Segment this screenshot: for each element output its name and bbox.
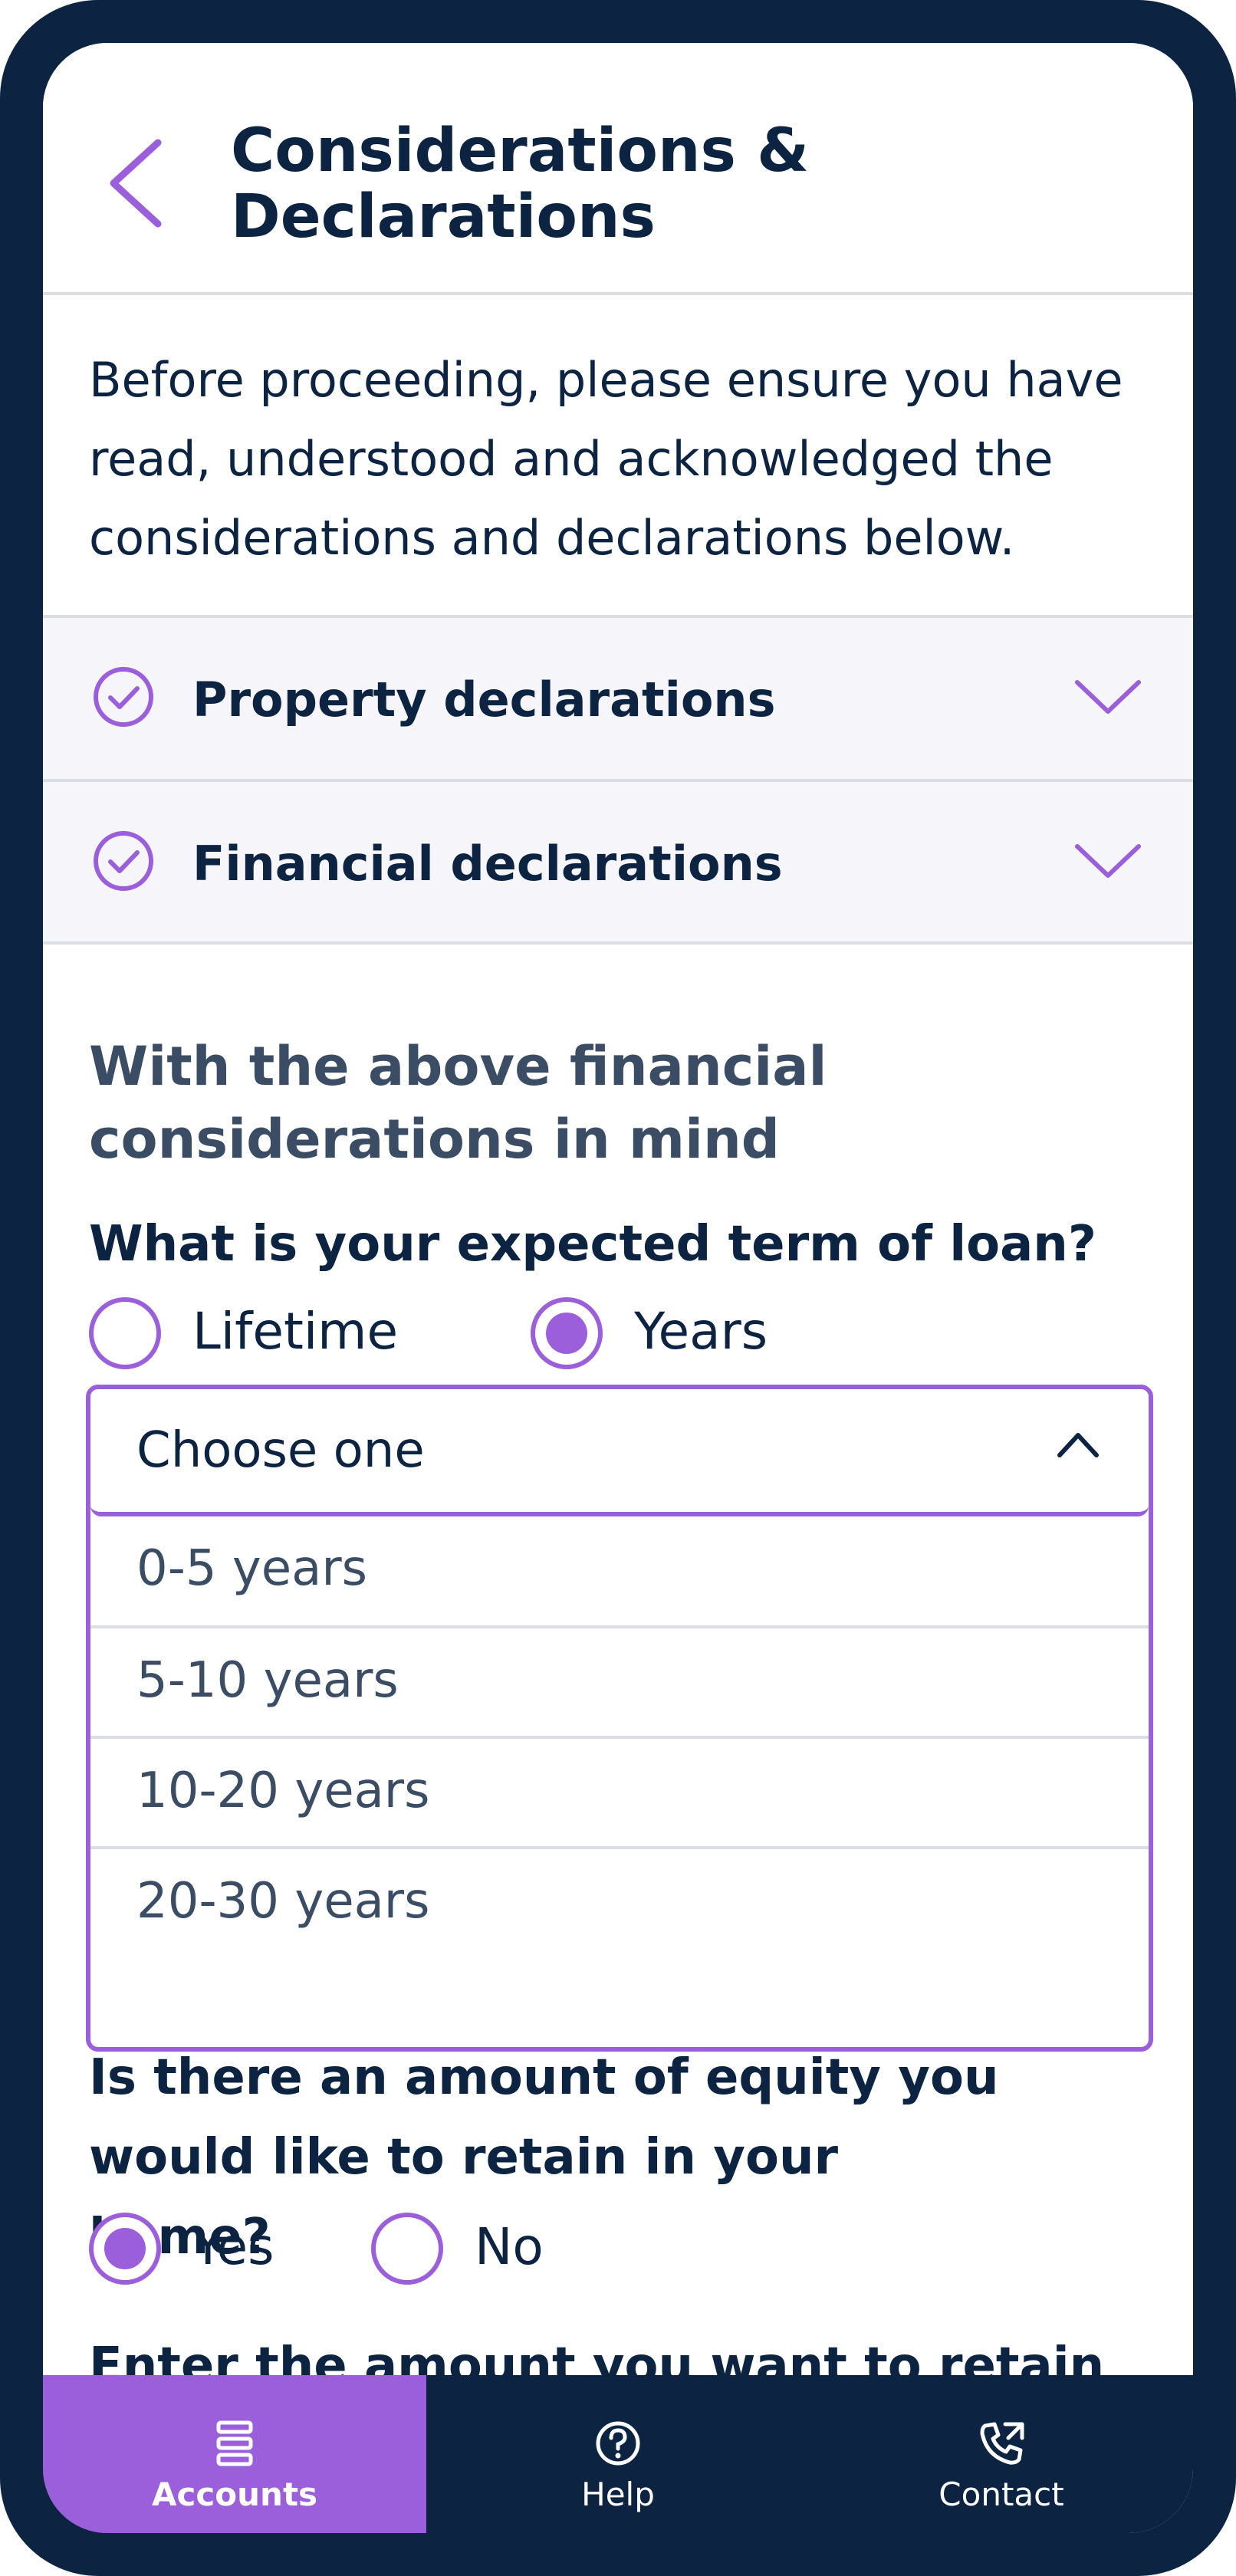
page-title-line-1: Considerations & bbox=[231, 117, 810, 186]
dropdown-value: Choose one bbox=[136, 1422, 425, 1479]
page-title-line-2: Declarations bbox=[231, 182, 656, 251]
nav-help[interactable]: Help bbox=[426, 2375, 810, 2533]
dropdown-trigger[interactable]: Choose one bbox=[90, 1389, 1149, 1516]
radio-years[interactable]: Years bbox=[531, 1297, 807, 1374]
bottom-navigation: Accounts Help Contact bbox=[43, 2375, 1193, 2533]
back-button[interactable] bbox=[97, 133, 181, 233]
device-frame: Considerations & Declarations Before pro… bbox=[0, 0, 1236, 2576]
page-header: Considerations & Declarations bbox=[43, 43, 1193, 295]
chevron-down-icon bbox=[1075, 680, 1141, 714]
radio-button-unselected[interactable] bbox=[89, 1297, 161, 1369]
radio-button-unselected[interactable] bbox=[371, 2213, 443, 2285]
radio-label: Yes bbox=[192, 2217, 274, 2276]
radio-no[interactable]: No bbox=[371, 2213, 570, 2289]
check-circle-icon bbox=[94, 667, 153, 727]
accounts-icon bbox=[216, 2420, 253, 2466]
section-heading: With the above financial considerations … bbox=[89, 1035, 827, 1171]
nav-label: Contact bbox=[939, 2476, 1064, 2513]
dropdown-option[interactable]: 5-10 years bbox=[90, 1625, 1149, 1737]
divider bbox=[43, 941, 1193, 945]
radio-label: Lifetime bbox=[192, 1302, 399, 1361]
chevron-left-icon bbox=[110, 139, 162, 228]
option-label: 5-10 years bbox=[136, 1652, 399, 1709]
chevron-down-icon bbox=[1075, 844, 1141, 878]
option-label: 20-30 years bbox=[136, 1873, 430, 1930]
nav-label: Help bbox=[581, 2476, 655, 2513]
intro-text: Before proceeding, please ensure you hav… bbox=[89, 352, 1123, 566]
radio-label: No bbox=[475, 2217, 544, 2276]
accordion-property-declarations[interactable]: Property declarations bbox=[43, 615, 1193, 779]
chevron-up-icon bbox=[1057, 1433, 1099, 1457]
radio-button-selected[interactable] bbox=[89, 2213, 161, 2285]
radio-yes[interactable]: Yes bbox=[89, 2213, 319, 2289]
option-label: 10-20 years bbox=[136, 1763, 430, 1819]
nav-accounts[interactable]: Accounts bbox=[43, 2375, 426, 2533]
app-screen: Considerations & Declarations Before pro… bbox=[43, 43, 1193, 2533]
dropdown-option[interactable]: 0-5 years bbox=[90, 1516, 1149, 1625]
page-title: Considerations & Declarations bbox=[231, 118, 1074, 250]
loan-term-dropdown[interactable]: 0-5 years 5-10 years 10-20 years 20-30 y… bbox=[86, 1385, 1153, 2052]
nav-contact[interactable]: Contact bbox=[810, 2375, 1193, 2533]
check-circle-icon bbox=[94, 831, 153, 891]
phone-icon bbox=[980, 2422, 1024, 2465]
question-loan-term: What is your expected term of loan? bbox=[89, 1216, 1096, 1273]
radio-label: Years bbox=[634, 1302, 768, 1361]
option-label: 0-5 years bbox=[136, 1540, 367, 1597]
radio-lifetime[interactable]: Lifetime bbox=[89, 1297, 399, 1374]
accordion-label: Financial declarations bbox=[192, 836, 783, 892]
dropdown-option[interactable]: 10-20 years bbox=[90, 1736, 1149, 1848]
accordion-label: Property declarations bbox=[192, 672, 776, 728]
nav-label: Accounts bbox=[151, 2476, 318, 2513]
radio-button-selected[interactable] bbox=[531, 1297, 603, 1369]
help-icon bbox=[596, 2421, 640, 2466]
dropdown-option[interactable]: 20-30 years bbox=[90, 1846, 1149, 1958]
accordion-financial-declarations[interactable]: Financial declarations bbox=[43, 779, 1193, 943]
